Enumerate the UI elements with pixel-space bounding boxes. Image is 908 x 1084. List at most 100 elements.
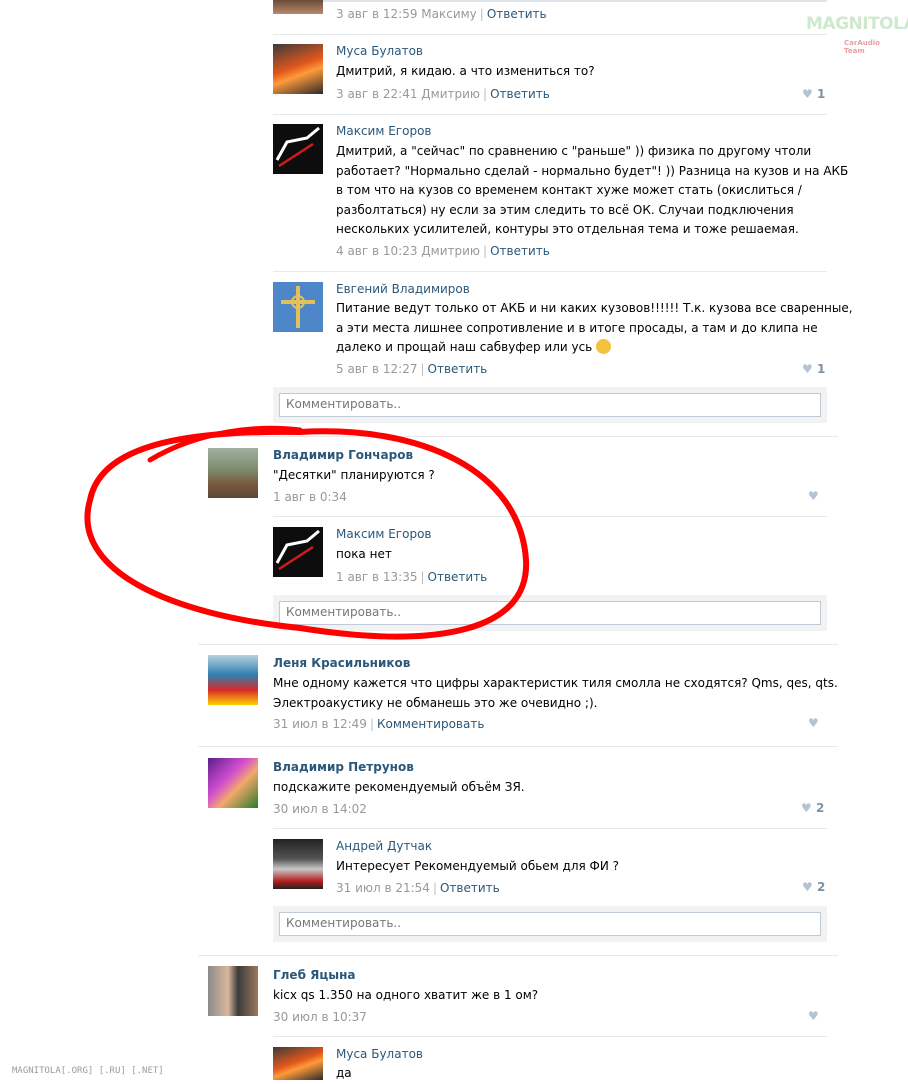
comment-line: Питание ведут только от АКБ и ни каких к… xyxy=(336,301,853,315)
heart-icon: ♥ xyxy=(808,489,819,503)
comment-text: пока нет xyxy=(336,547,392,561)
comment-text: да xyxy=(336,1066,352,1080)
divider xyxy=(273,271,827,272)
ural-logo-icon xyxy=(275,529,320,571)
avatar[interactable] xyxy=(273,44,323,94)
like-button[interactable]: ♥ xyxy=(808,716,819,730)
comment-text: Мне одному кажется что цифры характерист… xyxy=(273,674,838,713)
timestamp: 3 авг в 22:41 Дмитрию xyxy=(336,87,481,101)
reply-link[interactable]: Ответить xyxy=(490,87,550,101)
timestamp: 5 авг в 12:27 xyxy=(336,362,418,376)
like-button[interactable]: ♥ 2 xyxy=(801,801,824,815)
footer-watermark: MAGNITOLA[.ORG] [.RU] [.NET] xyxy=(12,1066,164,1076)
like-count: 2 xyxy=(816,880,826,894)
comment-line: Электроакустику не обманешь это же очеви… xyxy=(273,695,598,710)
like-count: 1 xyxy=(816,362,826,376)
avatar[interactable] xyxy=(273,527,323,577)
logo-text: MAGNITOLA xyxy=(806,14,908,34)
like-button[interactable]: ♥ 1 xyxy=(802,362,825,376)
comment-text: подскажите рекомендуемый объём ЗЯ. xyxy=(273,780,525,794)
avatar[interactable] xyxy=(208,448,258,498)
timestamp: 30 июл в 14:02 xyxy=(273,802,367,816)
timestamp: 30 июл в 10:37 xyxy=(273,1010,367,1024)
timestamp: 31 июл в 21:54 xyxy=(336,881,430,895)
comment-meta: 4 авг в 10:23 Дмитрию | Ответить xyxy=(336,244,550,258)
crying-emoji-icon xyxy=(596,339,612,354)
comment-input[interactable]: Комментировать.. xyxy=(279,601,821,625)
author-name[interactable]: Владимир Петрунов xyxy=(273,760,414,774)
comment-text: Питание ведут только от АКБ и ни каких к… xyxy=(336,299,853,358)
timestamp: 1 авг в 0:34 xyxy=(273,490,347,504)
avatar[interactable] xyxy=(273,282,323,332)
avatar[interactable] xyxy=(208,655,258,705)
reply-link[interactable]: Ответить xyxy=(487,7,547,21)
timestamp: 3 авг в 12:59 Максиму xyxy=(336,7,477,21)
comment-meta: 31 июл в 12:49 | Комментировать xyxy=(273,717,485,731)
comment-input[interactable]: Комментировать.. xyxy=(279,393,821,417)
avatar[interactable] xyxy=(273,124,323,174)
reply-link[interactable]: Ответить xyxy=(440,881,500,895)
divider xyxy=(273,828,827,829)
divider xyxy=(198,955,838,956)
like-button[interactable]: ♥ xyxy=(808,1009,819,1023)
reply-link[interactable]: Ответить xyxy=(428,570,488,584)
comment-line: далеко и прощай наш сабвуфер или усь xyxy=(336,338,853,358)
comment-text: kicx qs 1.350 на одного хватит же в 1 ом… xyxy=(273,988,539,1002)
comment-line: а эти места лишнее сопротивление и в ито… xyxy=(336,320,818,335)
comment-input[interactable]: Комментировать.. xyxy=(279,912,821,936)
like-button[interactable]: ♥ 1 xyxy=(802,87,825,101)
reply-link[interactable]: Ответить xyxy=(490,244,550,258)
timestamp: 4 авг в 10:23 Дмитрию xyxy=(336,244,481,258)
author-name[interactable]: Евгений Владимиров xyxy=(336,282,470,296)
top-border xyxy=(273,0,827,2)
like-button[interactable]: ♥ xyxy=(808,489,819,503)
divider xyxy=(198,436,838,437)
heart-icon: ♥ xyxy=(808,1009,819,1023)
divider xyxy=(273,114,827,115)
author-name[interactable]: Владимир Гончаров xyxy=(273,448,413,462)
comment-box: Комментировать.. xyxy=(273,595,827,631)
avatar[interactable] xyxy=(273,839,323,889)
comment-box: Комментировать.. xyxy=(273,906,827,942)
like-button[interactable]: ♥ 2 xyxy=(802,880,825,894)
ural-logo-icon xyxy=(275,126,320,168)
author-name[interactable]: Муса Булатов xyxy=(336,44,423,58)
divider xyxy=(273,516,827,517)
avatar[interactable] xyxy=(208,966,258,1016)
magnitola-logo: MAGNITOLA CarAudio Team xyxy=(806,14,908,55)
divider xyxy=(198,644,838,645)
avatar[interactable] xyxy=(273,0,323,14)
timestamp: 1 авг в 13:35 xyxy=(336,570,418,584)
comment-box: Комментировать.. xyxy=(273,387,827,423)
divider xyxy=(273,1036,827,1037)
author-name[interactable]: Леня Красильников xyxy=(273,656,410,670)
heart-icon: ♥ xyxy=(802,880,813,894)
comment-line: работает? "Нормально сделай - нормально … xyxy=(336,163,849,178)
avatar[interactable] xyxy=(208,758,258,808)
author-name[interactable]: Максим Егоров xyxy=(336,527,431,541)
divider xyxy=(273,34,827,35)
comment-link[interactable]: Комментировать xyxy=(377,717,484,731)
cross-icon xyxy=(281,286,315,328)
author-name[interactable]: Глеб Яцына xyxy=(273,968,356,982)
comment-line: нескольких усилителей, контуры это отдел… xyxy=(336,222,799,236)
author-name[interactable]: Максим Егоров xyxy=(336,124,431,138)
reply-link[interactable]: Ответить xyxy=(428,362,488,376)
heart-icon: ♥ xyxy=(802,362,813,376)
comment-meta: 5 авг в 12:27 | Ответить xyxy=(336,362,488,376)
comment-text: Дмитрий, а "сейчас" по сравнению с "рань… xyxy=(336,142,848,240)
comment-line: в том что на кузов со временем контакт х… xyxy=(336,183,802,197)
heart-icon: ♥ xyxy=(808,716,819,730)
like-count: 2 xyxy=(815,801,825,815)
author-name[interactable]: Муса Булатов xyxy=(336,1047,423,1061)
comment-meta: 3 авг в 12:59 Максиму | Ответить xyxy=(336,7,547,21)
avatar[interactable] xyxy=(273,1047,323,1080)
comment-text: Интересует Рекомендуемый обьем для ФИ ? xyxy=(336,859,620,873)
comment-meta: 1 авг в 13:35 | Ответить xyxy=(336,570,488,584)
divider xyxy=(198,746,838,747)
author-name[interactable]: Андрей Дутчак xyxy=(336,839,432,853)
like-count: 1 xyxy=(816,87,826,101)
comment-meta: 3 авг в 22:41 Дмитрию | Ответить xyxy=(336,87,550,101)
heart-icon: ♥ xyxy=(802,87,813,101)
timestamp: 31 июл в 12:49 xyxy=(273,717,367,731)
